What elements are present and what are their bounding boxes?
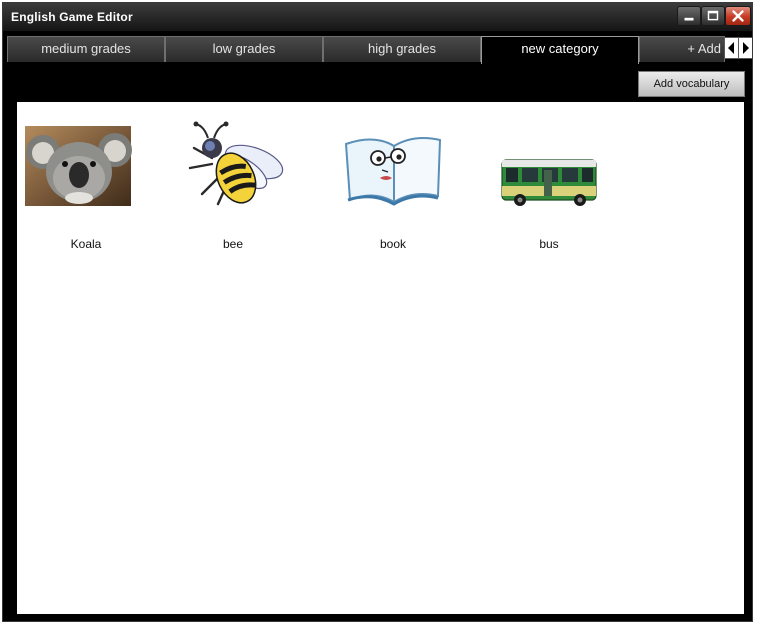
vocab-label: bee: [222, 237, 244, 251]
close-icon: [732, 10, 744, 22]
book-image: [344, 137, 442, 206]
vocab-item-book[interactable]: book: [328, 120, 458, 260]
vocab-label: book: [379, 237, 407, 251]
close-button[interactable]: [725, 6, 751, 26]
tab-scroll-left-button[interactable]: [724, 37, 739, 59]
vocab-label: Koala: [70, 237, 102, 251]
tab-low-grades[interactable]: low grades: [165, 36, 323, 62]
tab-medium-grades[interactable]: medium grades: [7, 36, 165, 62]
bee-image: [188, 121, 284, 206]
tab-high-grades[interactable]: high grades: [323, 36, 481, 62]
koala-image: [25, 126, 132, 206]
vocabulary-grid: Koala bee book bus: [17, 102, 744, 614]
minimize-button[interactable]: [677, 6, 701, 26]
tab-new-category[interactable]: new category: [481, 36, 639, 64]
arrow-left-icon: [728, 42, 734, 54]
minimize-icon: [684, 17, 694, 21]
vocab-label: bus: [539, 237, 559, 251]
category-tabs: medium grades low grades high grades new…: [7, 36, 725, 64]
window-title: English Game Editor: [11, 10, 133, 24]
maximize-button[interactable]: [701, 6, 725, 26]
app-window: English Game Editor medium grades low gr…: [2, 2, 753, 622]
bus-image: [501, 159, 597, 206]
vocab-item-koala[interactable]: Koala: [21, 120, 151, 260]
vocab-item-bus[interactable]: bus: [484, 120, 614, 260]
title-bar[interactable]: English Game Editor: [3, 3, 752, 31]
tab-add-category[interactable]: + Add: [639, 36, 725, 62]
vocab-item-bee[interactable]: bee: [168, 120, 298, 260]
maximize-icon: [707, 10, 719, 21]
add-vocabulary-button[interactable]: Add vocabulary: [638, 71, 745, 97]
tab-scroll-right-button[interactable]: [738, 37, 752, 59]
arrow-right-icon: [743, 42, 749, 54]
